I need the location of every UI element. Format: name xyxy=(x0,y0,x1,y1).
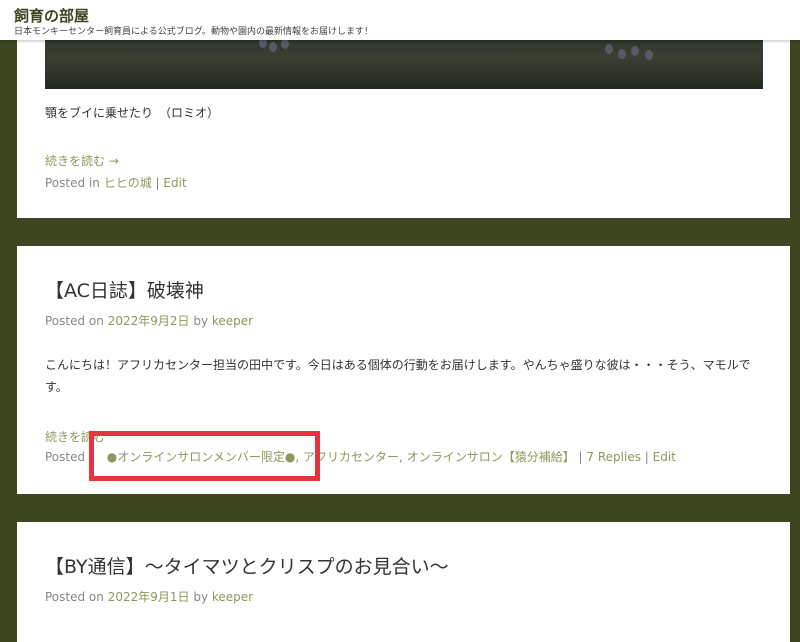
post-date-link[interactable]: 2022年9月1日 xyxy=(108,590,190,604)
site-description: 日本モンキーセンター飼育員による公式ブログ。動物や園内の最新情報をお届けします！ xyxy=(14,27,374,37)
post-meta: Posted in ヒヒの城 | Edit xyxy=(45,174,187,191)
posted-on-label: Posted on xyxy=(45,314,104,328)
posted-on-label: Posted on xyxy=(45,590,104,604)
post-excerpt: こんにちは！アフリカセンター担当の田中です。今日はある個体の行動をお届けします。… xyxy=(45,358,751,394)
meta-separator: | xyxy=(155,176,160,190)
image-caption: 顎をブイに乗せたり （ロミオ） xyxy=(45,106,220,120)
post-title[interactable]: 【BY通信】〜タイマツとクリスプのお見合い〜 xyxy=(45,552,449,579)
posted-in-label: Posted xyxy=(45,450,86,464)
author-link[interactable]: keeper xyxy=(212,314,253,328)
category-link[interactable]: ヒヒの城 xyxy=(104,176,152,190)
edit-link[interactable]: Edit xyxy=(163,176,186,190)
edit-link[interactable]: Edit xyxy=(653,450,676,464)
category-link-online-salon[interactable]: オンラインサロン【猿分補給】 xyxy=(407,450,575,464)
post-title[interactable]: 【AC日誌】破壊神 xyxy=(45,276,204,303)
post-byline: Posted on 2022年9月2日 by keeper xyxy=(45,312,253,329)
meta-separator: | xyxy=(644,450,649,464)
post-date-link[interactable]: 2022年9月2日 xyxy=(108,314,190,328)
by-label: by xyxy=(193,590,209,604)
read-more-link[interactable]: 続きを読む → xyxy=(45,152,119,169)
post-byline: Posted on 2022年9月1日 by keeper xyxy=(45,588,253,605)
site-header: 飼育の部屋 日本モンキーセンター飼育員による公式ブログ。動物や園内の最新情報をお… xyxy=(0,0,800,40)
author-link[interactable]: keeper xyxy=(212,590,253,604)
by-label: by xyxy=(193,314,209,328)
replies-link[interactable]: 7 Replies xyxy=(586,450,641,464)
highlight-box xyxy=(89,431,320,481)
posted-in-label: Posted in xyxy=(45,176,100,190)
post-card: 【BY通信】〜タイマツとクリスプのお見合い〜 Posted on 2022年9月… xyxy=(17,522,790,642)
site-title-link[interactable]: 飼育の部屋 xyxy=(14,5,89,26)
meta-separator: | xyxy=(578,450,583,464)
